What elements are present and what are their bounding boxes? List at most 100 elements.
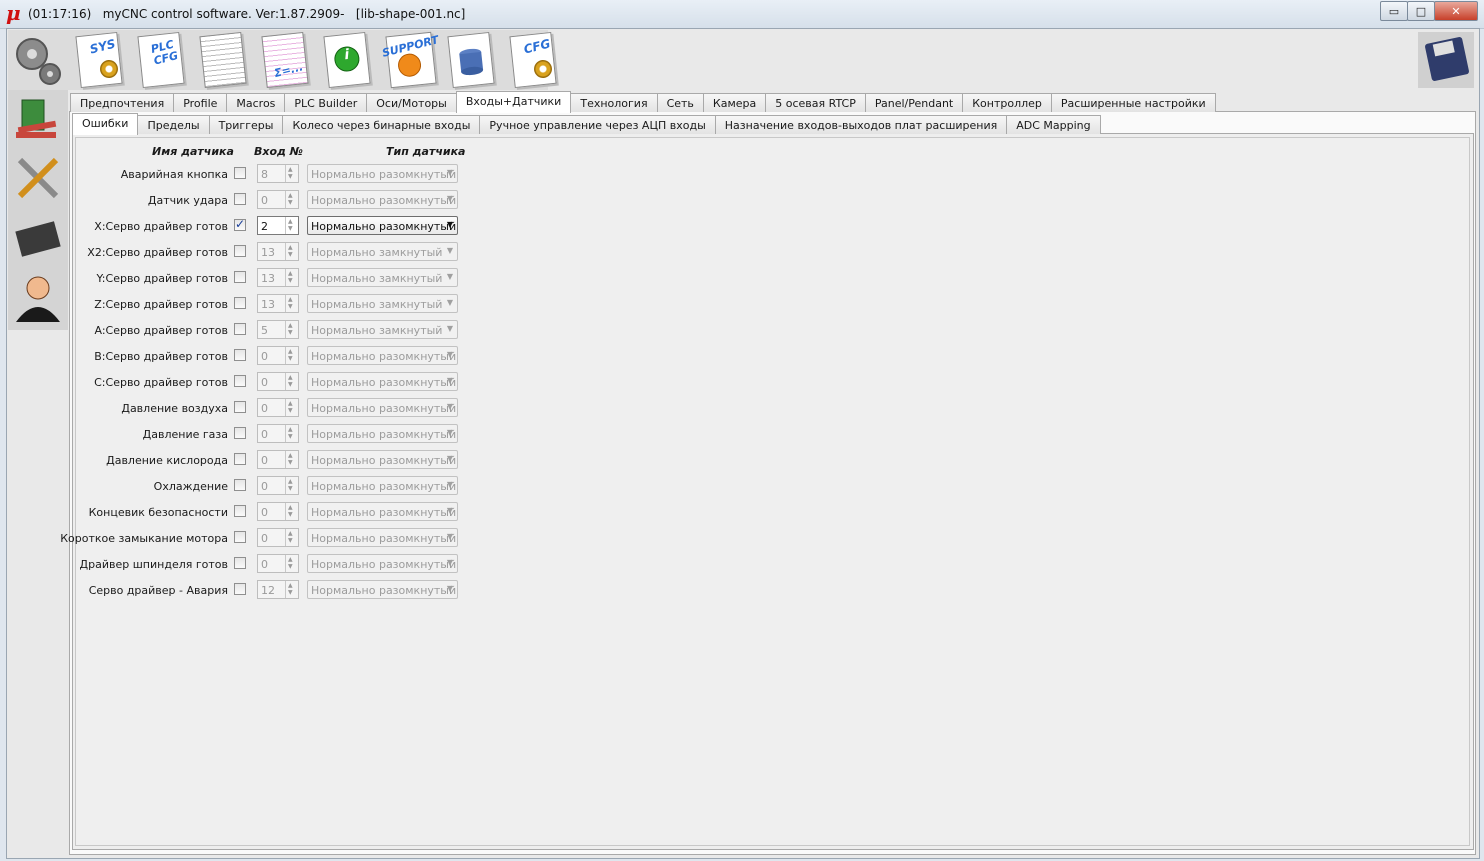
sensor-enable-checkbox[interactable] (234, 401, 246, 413)
spin-arrows[interactable]: ▲ ▼ (285, 477, 298, 494)
sensor-type-dropdown[interactable]: Нормально разомкнутый ▼ (307, 554, 458, 573)
sensor-enable-checkbox[interactable] (234, 453, 246, 465)
sensor-enable-checkbox[interactable] (234, 271, 246, 283)
spin-arrows[interactable]: ▲ ▼ (285, 243, 298, 260)
spin-arrows[interactable]: ▲ ▼ (285, 295, 298, 312)
input-number-spinbox[interactable]: 13 ▲ ▼ (257, 242, 299, 261)
formula-tool-button[interactable]: Σ=... (256, 31, 314, 90)
sensor-type-dropdown[interactable]: Нормально разомкнутый ▼ (307, 580, 458, 599)
input-number-spinbox[interactable]: 0 ▲ ▼ (257, 450, 299, 469)
input-number-spinbox[interactable]: 0 ▲ ▼ (257, 372, 299, 391)
tab-main-11[interactable]: Контроллер (962, 93, 1052, 112)
sensor-enable-checkbox[interactable] (234, 557, 246, 569)
tab-main-1[interactable]: Profile (173, 93, 228, 112)
input-number-spinbox[interactable]: 0 ▲ ▼ (257, 424, 299, 443)
sensor-type-dropdown[interactable]: Нормально замкнутый ▼ (307, 320, 458, 339)
input-number-spinbox[interactable]: 12 ▲ ▼ (257, 580, 299, 599)
sensor-enable-checkbox[interactable] (234, 217, 246, 231)
spin-arrows[interactable]: ▲ ▼ (285, 555, 298, 572)
support-tool-button[interactable]: SUPPORT (380, 31, 440, 90)
info-tool-button[interactable]: i (318, 31, 376, 90)
sensor-type-dropdown[interactable]: Нормально разомкнутый ▼ (307, 216, 458, 235)
tab-main-3[interactable]: PLC Builder (284, 93, 368, 112)
input-number-spinbox[interactable]: 0 ▲ ▼ (257, 528, 299, 547)
close-button[interactable]: ✕ (1434, 1, 1478, 21)
input-number-spinbox[interactable]: 0 ▲ ▼ (257, 398, 299, 417)
save-button[interactable] (1418, 32, 1474, 88)
tab-sub-4[interactable]: Ручное управление через АЦП входы (479, 115, 716, 134)
input-number-spinbox[interactable]: 0 ▲ ▼ (257, 554, 299, 573)
tab-main-5[interactable]: Входы+Датчики (455, 91, 572, 113)
tab-main-2[interactable]: Macros (226, 93, 286, 112)
input-number-spinbox[interactable]: 0 ▲ ▼ (257, 502, 299, 521)
tab-sub-2[interactable]: Триггеры (208, 115, 284, 134)
input-number-spinbox[interactable]: 5 ▲ ▼ (257, 320, 299, 339)
spin-arrows[interactable]: ▲ ▼ (285, 321, 298, 338)
spin-down-icon[interactable]: ▼ (288, 356, 293, 362)
settings-gears-icon[interactable] (10, 32, 68, 90)
sensor-enable-checkbox[interactable] (234, 167, 246, 179)
sensor-type-dropdown[interactable]: Нормально разомкнутый ▼ (307, 398, 458, 417)
sensor-type-dropdown[interactable]: Нормально разомкнутый ▼ (307, 502, 458, 521)
spin-down-icon[interactable]: ▼ (288, 226, 293, 232)
sidebar-item-books[interactable] (12, 94, 64, 146)
spin-down-icon[interactable]: ▼ (288, 590, 293, 596)
spin-arrows[interactable]: ▲ ▼ (285, 165, 298, 182)
spin-down-icon[interactable]: ▼ (288, 200, 293, 206)
sensor-type-dropdown[interactable]: Нормально разомкнутый ▼ (307, 528, 458, 547)
input-number-spinbox[interactable]: 0 ▲ ▼ (257, 476, 299, 495)
tab-main-8[interactable]: Камера (702, 93, 767, 112)
tab-sub-3[interactable]: Колесо через бинарные входы (282, 115, 481, 134)
sensor-enable-checkbox[interactable] (234, 505, 246, 517)
spin-down-icon[interactable]: ▼ (288, 304, 293, 310)
spin-down-icon[interactable]: ▼ (288, 564, 293, 570)
sensor-enable-checkbox[interactable] (234, 479, 246, 491)
spin-down-icon[interactable]: ▼ (288, 486, 293, 492)
minimize-button[interactable]: ▭ (1380, 1, 1408, 21)
maximize-button[interactable]: □ (1407, 1, 1435, 21)
tab-sub-0[interactable]: Ошибки (72, 113, 139, 135)
plc-cfg-tool-button[interactable]: PLC CFG (132, 31, 190, 90)
sensor-type-dropdown[interactable]: Нормально замкнутый ▼ (307, 242, 458, 261)
spin-down-icon[interactable]: ▼ (288, 512, 293, 518)
spin-arrows[interactable]: ▲ ▼ (285, 425, 298, 442)
sensor-type-dropdown[interactable]: Нормально разомкнутый ▼ (307, 372, 458, 391)
sensor-enable-checkbox[interactable] (234, 323, 246, 335)
tab-main-12[interactable]: Расширенные настройки (1050, 93, 1216, 112)
sensor-enable-checkbox[interactable] (234, 193, 246, 205)
spin-down-icon[interactable]: ▼ (288, 252, 293, 258)
sensor-type-dropdown[interactable]: Нормально разомкнутый ▼ (307, 190, 458, 209)
spin-arrows[interactable]: ▲ ▼ (285, 373, 298, 390)
document-list-tool-button[interactable] (194, 31, 252, 90)
tab-sub-6[interactable]: ADC Mapping (1006, 115, 1101, 134)
sensor-enable-checkbox[interactable] (234, 531, 246, 543)
tab-main-10[interactable]: Panel/Pendant (864, 93, 964, 112)
sensor-type-dropdown[interactable]: Нормально разомкнутый ▼ (307, 476, 458, 495)
database-tool-button[interactable] (442, 31, 500, 90)
spin-arrows[interactable]: ▲ ▼ (285, 529, 298, 546)
spin-arrows[interactable]: ▲ ▼ (285, 451, 298, 468)
spin-arrows[interactable]: ▲ ▼ (285, 581, 298, 598)
spin-arrows[interactable]: ▲ ▼ (285, 269, 298, 286)
sensor-enable-checkbox[interactable] (234, 245, 246, 257)
spin-arrows[interactable]: ▲ ▼ (285, 503, 298, 520)
sensor-type-dropdown[interactable]: Нормально разомкнутый ▼ (307, 346, 458, 365)
sensor-enable-checkbox[interactable] (234, 375, 246, 387)
input-number-spinbox[interactable]: 8 ▲ ▼ (257, 164, 299, 183)
tab-sub-1[interactable]: Пределы (137, 115, 210, 134)
sensor-enable-checkbox[interactable] (234, 349, 246, 361)
spin-down-icon[interactable]: ▼ (288, 460, 293, 466)
spin-down-icon[interactable]: ▼ (288, 408, 293, 414)
spin-arrows[interactable]: ▲ ▼ (285, 399, 298, 416)
sensor-enable-checkbox[interactable] (234, 583, 246, 595)
spin-arrows[interactable]: ▲ ▼ (285, 347, 298, 364)
sensor-type-dropdown[interactable]: Нормально замкнутый ▼ (307, 294, 458, 313)
tab-main-9[interactable]: 5 осевая RTCP (765, 93, 866, 112)
spin-down-icon[interactable]: ▼ (288, 278, 293, 284)
sensor-type-dropdown[interactable]: Нормально разомкнутый ▼ (307, 164, 458, 183)
tab-main-4[interactable]: Оси/Моторы (366, 93, 457, 112)
input-number-spinbox[interactable]: 2 ▲ ▼ (257, 216, 299, 235)
sensor-enable-checkbox[interactable] (234, 427, 246, 439)
input-number-spinbox[interactable]: 0 ▲ ▼ (257, 190, 299, 209)
sensor-type-dropdown[interactable]: Нормально разомкнутый ▼ (307, 450, 458, 469)
